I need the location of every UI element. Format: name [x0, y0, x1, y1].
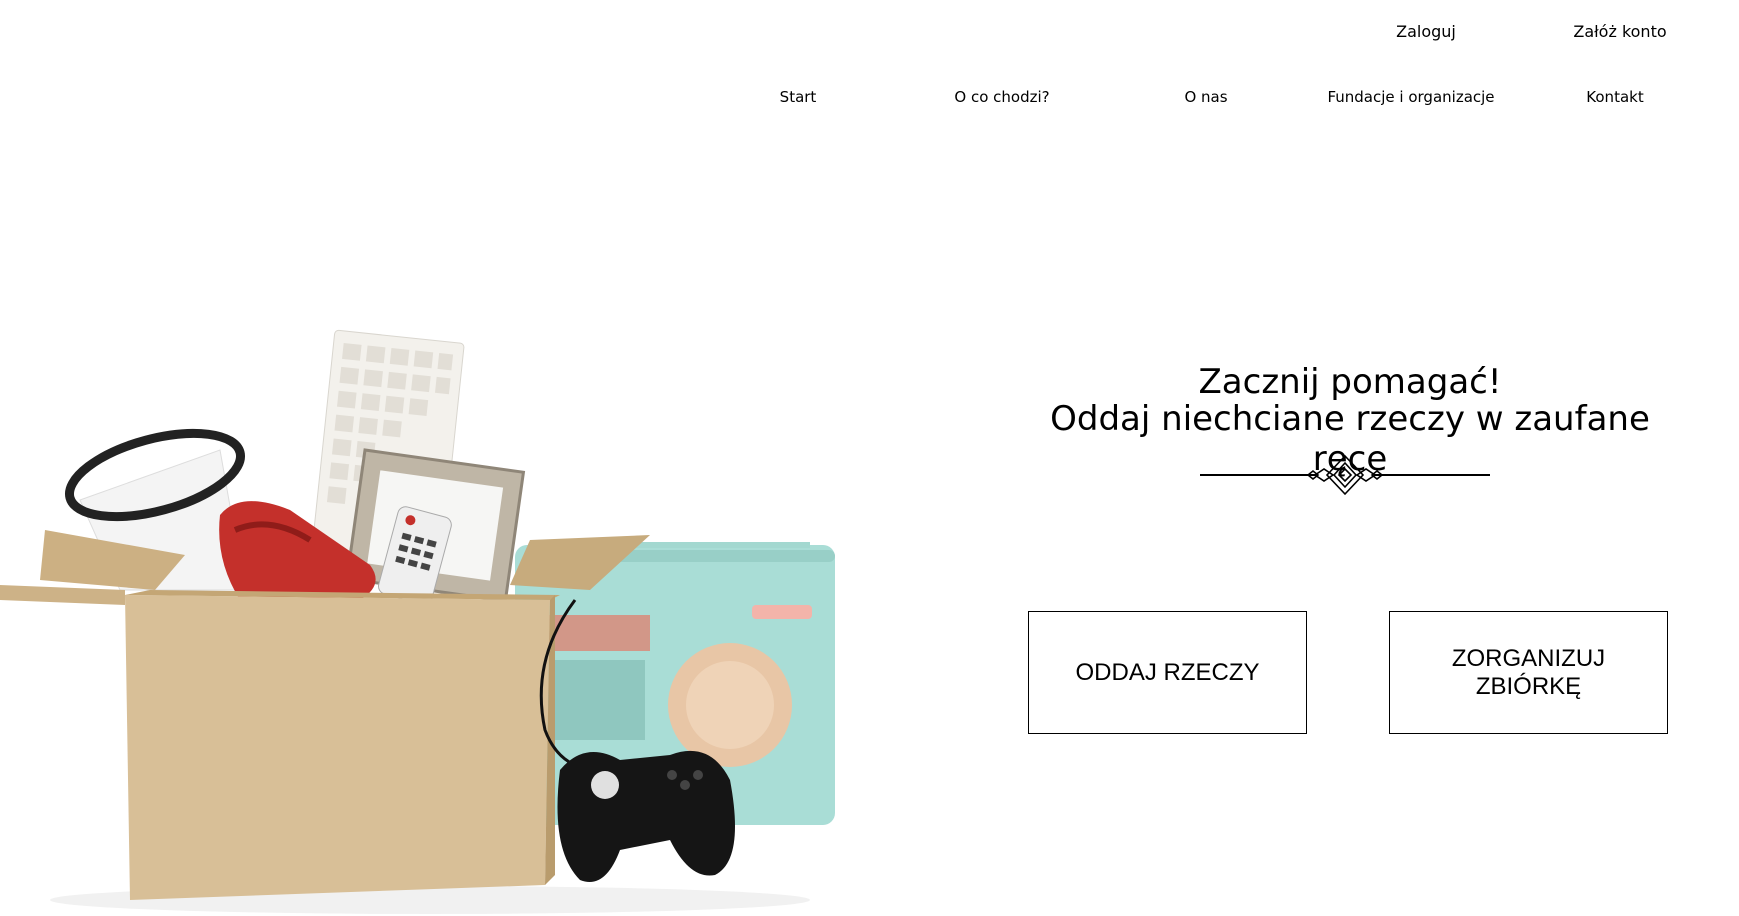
nav-foundations[interactable]: Fundacje i organizacje	[1327, 88, 1494, 106]
nav-about-us[interactable]: O nas	[1184, 88, 1227, 106]
register-link[interactable]: Załóż konto	[1573, 22, 1666, 41]
ornament-divider-icon	[1200, 454, 1490, 496]
game-controller-image	[557, 750, 735, 882]
nav-contact[interactable]: Kontakt	[1586, 88, 1643, 106]
home-page: Zaloguj Załóż konto Start O co chodzi? O…	[0, 0, 1739, 916]
login-link[interactable]: Zaloguj	[1396, 22, 1456, 41]
organize-collection-button[interactable]: ZORGANIZUJ ZBIÓRKĘ	[1389, 611, 1668, 734]
donation-box-illustration	[0, 329, 835, 914]
give-things-button[interactable]: ODDAJ RZECZY	[1028, 611, 1307, 734]
nav-about-what[interactable]: O co chodzi?	[954, 88, 1049, 106]
hero-title-line1: Zacznij pomagać!	[1198, 362, 1502, 402]
nav-start[interactable]: Start	[780, 88, 817, 106]
